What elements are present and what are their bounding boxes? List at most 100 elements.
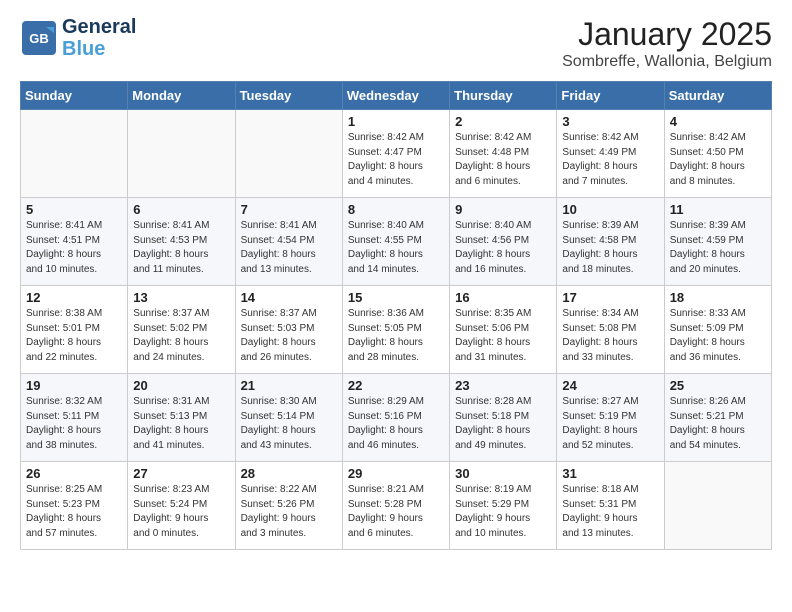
calendar-cell: 13 Sunrise: 8:37 AM Sunset: 5:02 PM Dayli… (128, 286, 235, 374)
day-number: 28 (241, 466, 337, 481)
calendar-cell: 20Sunrise: 8:31 AM Sunset: 5:13 PM Dayli… (128, 374, 235, 462)
calendar-week-row: 12Sunrise: 8:38 AM Sunset: 5:01 PM Dayli… (21, 286, 772, 374)
day-number: 29 (348, 466, 444, 481)
calendar-cell: 30Sunrise: 8:19 AM Sunset: 5:29 PM Dayli… (450, 462, 557, 550)
day-info: Sunrise: 8:27 AM Sunset: 5:19 PM Dayligh… (562, 395, 658, 453)
calendar-cell (235, 110, 342, 198)
calendar-cell: 18 Sunrise: 8:33 AM Sunset: 5:09 PM Dayli… (664, 286, 771, 374)
day-number: 18 (670, 290, 766, 305)
day-number: 7 (241, 202, 337, 217)
logo: GB General Blue (20, 16, 136, 60)
day-number: 24 (562, 378, 658, 393)
calendar-cell: 19Sunrise: 8:32 AM Sunset: 5:11 PM Dayli… (21, 374, 128, 462)
day-number: 20 (133, 378, 229, 393)
day-info: Sunrise: 8:42 AM Sunset: 4:49 PM Dayligh… (562, 131, 658, 189)
day-number: 9 (455, 202, 551, 217)
day-info: Sunrise: 8:38 AM Sunset: 5:01 PM Dayligh… (26, 307, 122, 365)
calendar-cell: 26Sunrise: 8:25 AM Sunset: 5:23 PM Dayli… (21, 462, 128, 550)
day-info: Sunrise: 8:39 AM Sunset: 4:59 PM Dayligh… (670, 219, 766, 277)
day-info: Sunrise: 8:33 AM Sunset: 5:09 PM Dayligh… (670, 307, 766, 365)
calendar-table: SundayMondayTuesdayWednesdayThursdayFrid… (20, 81, 772, 550)
day-header-monday: Monday (128, 82, 235, 110)
calendar-cell: 28 Sunrise: 8:22 AM Sunset: 5:26 PM Dayli… (235, 462, 342, 550)
calendar-cell (21, 110, 128, 198)
calendar-cell: 23 Sunrise: 8:28 AM Sunset: 5:18 PM Dayli… (450, 374, 557, 462)
day-number: 13 (133, 290, 229, 305)
title-block: January 2025 Sombreffe, Wallonia, Belgiu… (562, 16, 772, 71)
calendar-cell: 5 Sunrise: 8:41 AM Sunset: 4:51 PM Daylig… (21, 198, 128, 286)
day-info: Sunrise: 8:39 AM Sunset: 4:58 PM Dayligh… (562, 219, 658, 277)
calendar-cell: 14Sunrise: 8:37 AM Sunset: 5:03 PM Dayli… (235, 286, 342, 374)
calendar-week-row: 5 Sunrise: 8:41 AM Sunset: 4:51 PM Daylig… (21, 198, 772, 286)
day-header-wednesday: Wednesday (342, 82, 449, 110)
day-info: Sunrise: 8:21 AM Sunset: 5:28 PM Dayligh… (348, 483, 444, 541)
calendar-body: 1Sunrise: 8:42 AM Sunset: 4:47 PM Daylig… (21, 110, 772, 550)
header-row: SundayMondayTuesdayWednesdayThursdayFrid… (21, 82, 772, 110)
day-info: Sunrise: 8:37 AM Sunset: 5:03 PM Dayligh… (241, 307, 337, 365)
day-number: 22 (348, 378, 444, 393)
calendar-cell: 12Sunrise: 8:38 AM Sunset: 5:01 PM Dayli… (21, 286, 128, 374)
calendar-cell (128, 110, 235, 198)
day-info: Sunrise: 8:41 AM Sunset: 4:51 PM Dayligh… (26, 219, 122, 277)
day-header-friday: Friday (557, 82, 664, 110)
day-info: Sunrise: 8:26 AM Sunset: 5:21 PM Dayligh… (670, 395, 766, 453)
calendar-cell: 21Sunrise: 8:30 AM Sunset: 5:14 PM Dayli… (235, 374, 342, 462)
day-number: 3 (562, 114, 658, 129)
day-info: Sunrise: 8:40 AM Sunset: 4:56 PM Dayligh… (455, 219, 551, 277)
day-info: Sunrise: 8:28 AM Sunset: 5:18 PM Dayligh… (455, 395, 551, 453)
logo-blue-text: Blue (62, 38, 136, 60)
day-number: 27 (133, 466, 229, 481)
day-number: 19 (26, 378, 122, 393)
calendar-cell: 4 Sunrise: 8:42 AM Sunset: 4:50 PM Daylig… (664, 110, 771, 198)
day-info: Sunrise: 8:37 AM Sunset: 5:02 PM Dayligh… (133, 307, 229, 365)
day-info: Sunrise: 8:42 AM Sunset: 4:47 PM Dayligh… (348, 131, 444, 189)
day-info: Sunrise: 8:42 AM Sunset: 4:48 PM Dayligh… (455, 131, 551, 189)
calendar-cell: 1Sunrise: 8:42 AM Sunset: 4:47 PM Daylig… (342, 110, 449, 198)
calendar-cell: 24 Sunrise: 8:27 AM Sunset: 5:19 PM Dayli… (557, 374, 664, 462)
day-number: 2 (455, 114, 551, 129)
calendar-cell: 27Sunrise: 8:23 AM Sunset: 5:24 PM Dayli… (128, 462, 235, 550)
calendar-cell: 7 Sunrise: 8:41 AM Sunset: 4:54 PM Daylig… (235, 198, 342, 286)
day-header-tuesday: Tuesday (235, 82, 342, 110)
day-number: 17 (562, 290, 658, 305)
calendar-week-row: 26Sunrise: 8:25 AM Sunset: 5:23 PM Dayli… (21, 462, 772, 550)
day-info: Sunrise: 8:18 AM Sunset: 5:31 PM Dayligh… (562, 483, 658, 541)
calendar-title: January 2025 (562, 16, 772, 53)
day-number: 15 (348, 290, 444, 305)
day-header-saturday: Saturday (664, 82, 771, 110)
calendar-cell: 6Sunrise: 8:41 AM Sunset: 4:53 PM Daylig… (128, 198, 235, 286)
day-info: Sunrise: 8:41 AM Sunset: 4:53 PM Dayligh… (133, 219, 229, 277)
calendar-cell: 3 Sunrise: 8:42 AM Sunset: 4:49 PM Daylig… (557, 110, 664, 198)
day-header-thursday: Thursday (450, 82, 557, 110)
day-info: Sunrise: 8:41 AM Sunset: 4:54 PM Dayligh… (241, 219, 337, 277)
day-number: 5 (26, 202, 122, 217)
day-number: 30 (455, 466, 551, 481)
calendar-week-row: 1Sunrise: 8:42 AM Sunset: 4:47 PM Daylig… (21, 110, 772, 198)
calendar-week-row: 19Sunrise: 8:32 AM Sunset: 5:11 PM Dayli… (21, 374, 772, 462)
day-info: Sunrise: 8:36 AM Sunset: 5:05 PM Dayligh… (348, 307, 444, 365)
day-info: Sunrise: 8:30 AM Sunset: 5:14 PM Dayligh… (241, 395, 337, 453)
calendar-subtitle: Sombreffe, Wallonia, Belgium (562, 53, 772, 71)
calendar-cell: 16Sunrise: 8:35 AM Sunset: 5:06 PM Dayli… (450, 286, 557, 374)
day-info: Sunrise: 8:42 AM Sunset: 4:50 PM Dayligh… (670, 131, 766, 189)
day-info: Sunrise: 8:22 AM Sunset: 5:26 PM Dayligh… (241, 483, 337, 541)
day-number: 10 (562, 202, 658, 217)
day-number: 23 (455, 378, 551, 393)
day-number: 25 (670, 378, 766, 393)
day-info: Sunrise: 8:35 AM Sunset: 5:06 PM Dayligh… (455, 307, 551, 365)
logo-general-text: General (62, 16, 136, 38)
page: GB General Blue January 2025 Sombreffe, … (0, 0, 792, 612)
day-info: Sunrise: 8:40 AM Sunset: 4:55 PM Dayligh… (348, 219, 444, 277)
day-header-sunday: Sunday (21, 82, 128, 110)
header: GB General Blue January 2025 Sombreffe, … (20, 16, 772, 71)
calendar-header: SundayMondayTuesdayWednesdayThursdayFrid… (21, 82, 772, 110)
calendar-cell (664, 462, 771, 550)
day-info: Sunrise: 8:25 AM Sunset: 5:23 PM Dayligh… (26, 483, 122, 541)
calendar-cell: 8 Sunrise: 8:40 AM Sunset: 4:55 PM Daylig… (342, 198, 449, 286)
day-number: 31 (562, 466, 658, 481)
calendar-cell: 10 Sunrise: 8:39 AM Sunset: 4:58 PM Dayli… (557, 198, 664, 286)
day-number: 8 (348, 202, 444, 217)
logo-icon: GB (20, 19, 58, 57)
day-number: 4 (670, 114, 766, 129)
calendar-cell: 22Sunrise: 8:29 AM Sunset: 5:16 PM Dayli… (342, 374, 449, 462)
